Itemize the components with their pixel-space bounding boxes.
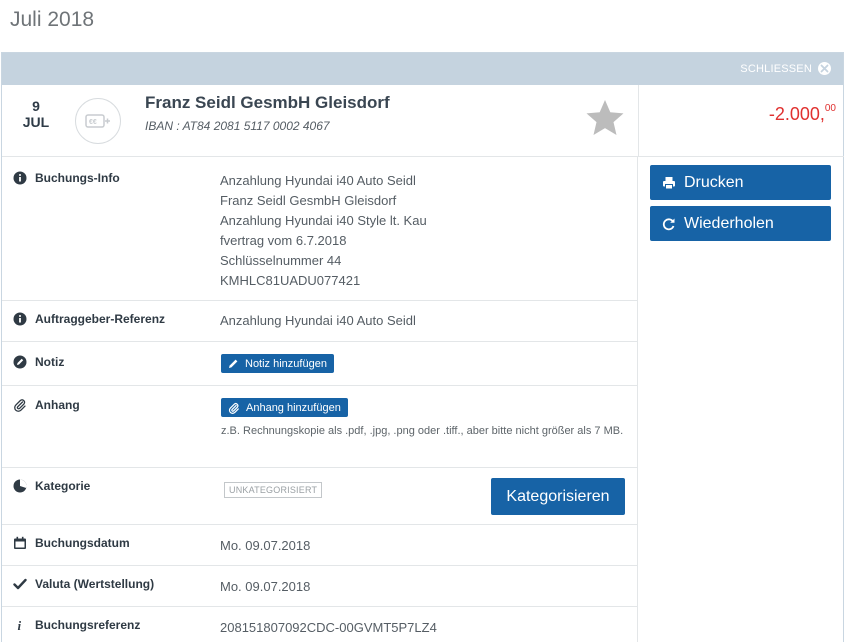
attachment-hint: z.B. Rechnungskopie als .pdf, .jpg, .png… [221, 424, 624, 437]
repeat-icon [662, 217, 675, 230]
auftraggeber-label: Auftraggeber-Referenz [35, 312, 166, 326]
row-auftraggeber: Auftraggeber-Referenz Anzahlung Hyundai … [2, 301, 637, 342]
printer-icon [663, 176, 675, 189]
repeat-button[interactable]: Wiederholen [650, 206, 831, 241]
panel-header: SCHLIESSEN [2, 53, 843, 85]
buchungsdatum-label: Buchungsdatum [35, 536, 130, 550]
amount-cents: 00 [824, 103, 836, 114]
buchungsreferenz-value: 208151807092CDC-00GVMT5P7LZ4 [220, 620, 437, 635]
notiz-action: Notiz hinzufügen [221, 354, 334, 374]
close-icon [818, 62, 831, 75]
date-month: JUL [22, 114, 50, 130]
row-buchungs-info: Buchungs-Info Anzahlung Hyundai i40 Auto… [2, 157, 637, 301]
kategorie-value: UNKATEGORISIERT [224, 480, 323, 498]
info-i-icon: i [13, 618, 27, 632]
info-line: KMHLC81UADU077421 [220, 273, 361, 288]
checkmark-icon [13, 577, 27, 591]
info-line: Schlüsselnummer 44 [220, 253, 342, 268]
auftraggeber-value: Anzahlung Hyundai i40 Auto Seidl [220, 313, 416, 328]
label-buchungs-info: Buchungs-Info [13, 171, 120, 185]
row-kategorie: Kategorie UNKATEGORISIERT Kategorisieren [2, 468, 637, 525]
payee-iban: IBAN : AT84 2081 5117 0002 4067 [145, 119, 330, 133]
buchungs-info-label: Buchungs-Info [35, 171, 120, 185]
label-kategorie: Kategorie [13, 479, 90, 493]
label-buchungsdatum: Buchungsdatum [13, 536, 130, 550]
buchungs-info-value: Anzahlung Hyundai i40 Auto Seidl Franz S… [220, 171, 427, 291]
pencil-icon [229, 359, 238, 368]
info-icon [13, 171, 27, 185]
valuta-value: Mo. 09.07.2018 [220, 579, 311, 594]
label-anhang: Anhang [13, 398, 80, 412]
info-line: Anzahlung Hyundai i40 Style lt. Kau [220, 213, 427, 228]
transaction-detail-panel: SCHLIESSEN 9 JUL €€ Franz Seidl GesmbH G… [1, 52, 844, 642]
row-valuta: Valuta (Wertstellung) Mo. 09.07.2018 [2, 566, 637, 607]
paperclip-icon [13, 398, 27, 412]
notiz-label: Notiz [35, 355, 65, 369]
anhang-label: Anhang [35, 398, 80, 412]
row-notiz: Notiz Notiz hinzufügen [2, 342, 637, 386]
svg-text:i: i [18, 618, 22, 632]
info-line: Franz Seidl GesmbH Gleisdorf [220, 193, 397, 208]
anhang-action: Anhang hinzufügen z.B. Rechnungskopie al… [221, 398, 631, 441]
calendar-icon [13, 536, 27, 550]
row-anhang: Anhang Anhang hinzufügen z.B. Rechnungsk… [2, 386, 637, 468]
payee-name: Franz Seidl GesmbH Gleisdorf [145, 93, 390, 112]
repeat-label: Wiederholen [684, 214, 774, 232]
categorize-button[interactable]: Kategorisieren [491, 478, 625, 515]
date-day: 9 [32, 98, 40, 114]
category-icon [13, 479, 27, 493]
row-buchungsreferenz: i Buchungsreferenz 208151807092CDC-00GVM… [2, 607, 637, 642]
label-auftraggeber: Auftraggeber-Referenz [13, 312, 165, 326]
label-notiz: Notiz [13, 355, 64, 369]
info-line: Anzahlung Hyundai i40 Auto Seidl [220, 173, 416, 188]
print-button[interactable]: Drucken [650, 165, 831, 200]
add-note-button[interactable]: Notiz hinzufügen [221, 354, 334, 373]
row-buchungsdatum: Buchungsdatum Mo. 09.07.2018 [2, 525, 637, 566]
svg-text:€€: €€ [89, 119, 97, 126]
label-valuta: Valuta (Wertstellung) [13, 577, 154, 591]
label-buchungsreferenz: i Buchungsreferenz [13, 618, 141, 632]
buchungsdatum-value: Mo. 09.07.2018 [220, 538, 311, 553]
amount-cell: -2.000,00 [638, 85, 844, 157]
paperclip-icon [228, 402, 239, 414]
info-icon [13, 312, 27, 326]
close-button[interactable]: SCHLIESSEN [740, 62, 831, 75]
transfer-icon: €€ [85, 114, 110, 128]
valuta-label: Valuta (Wertstellung) [35, 577, 155, 591]
buchungsreferenz-label: Buchungsreferenz [35, 618, 141, 632]
print-label: Drucken [684, 173, 744, 191]
category-badge: UNKATEGORISIERT [224, 482, 323, 498]
add-attachment-button[interactable]: Anhang hinzufügen [221, 398, 348, 417]
info-line: fvertrag vom 6.7.2018 [220, 233, 347, 248]
star-icon[interactable] [584, 97, 626, 139]
date-badge: 9 JUL [16, 98, 56, 131]
amount: -2.000,00 [768, 103, 836, 125]
amount-main: -2.000, [768, 104, 825, 124]
add-attachment-label: Anhang hinzufügen [246, 401, 341, 414]
transaction-summary: 9 JUL €€ Franz Seidl GesmbH Gleisdorf IB… [2, 85, 638, 157]
add-note-label: Notiz hinzufügen [245, 357, 327, 370]
pencil-circle-icon [13, 355, 27, 369]
kategorie-label: Kategorie [35, 479, 91, 493]
payee-logo: €€ [75, 98, 121, 144]
detail-list: Buchungs-Info Anzahlung Hyundai i40 Auto… [2, 157, 638, 642]
month-title: Juli 2018 [10, 8, 95, 31]
close-label: SCHLIESSEN [740, 62, 812, 75]
